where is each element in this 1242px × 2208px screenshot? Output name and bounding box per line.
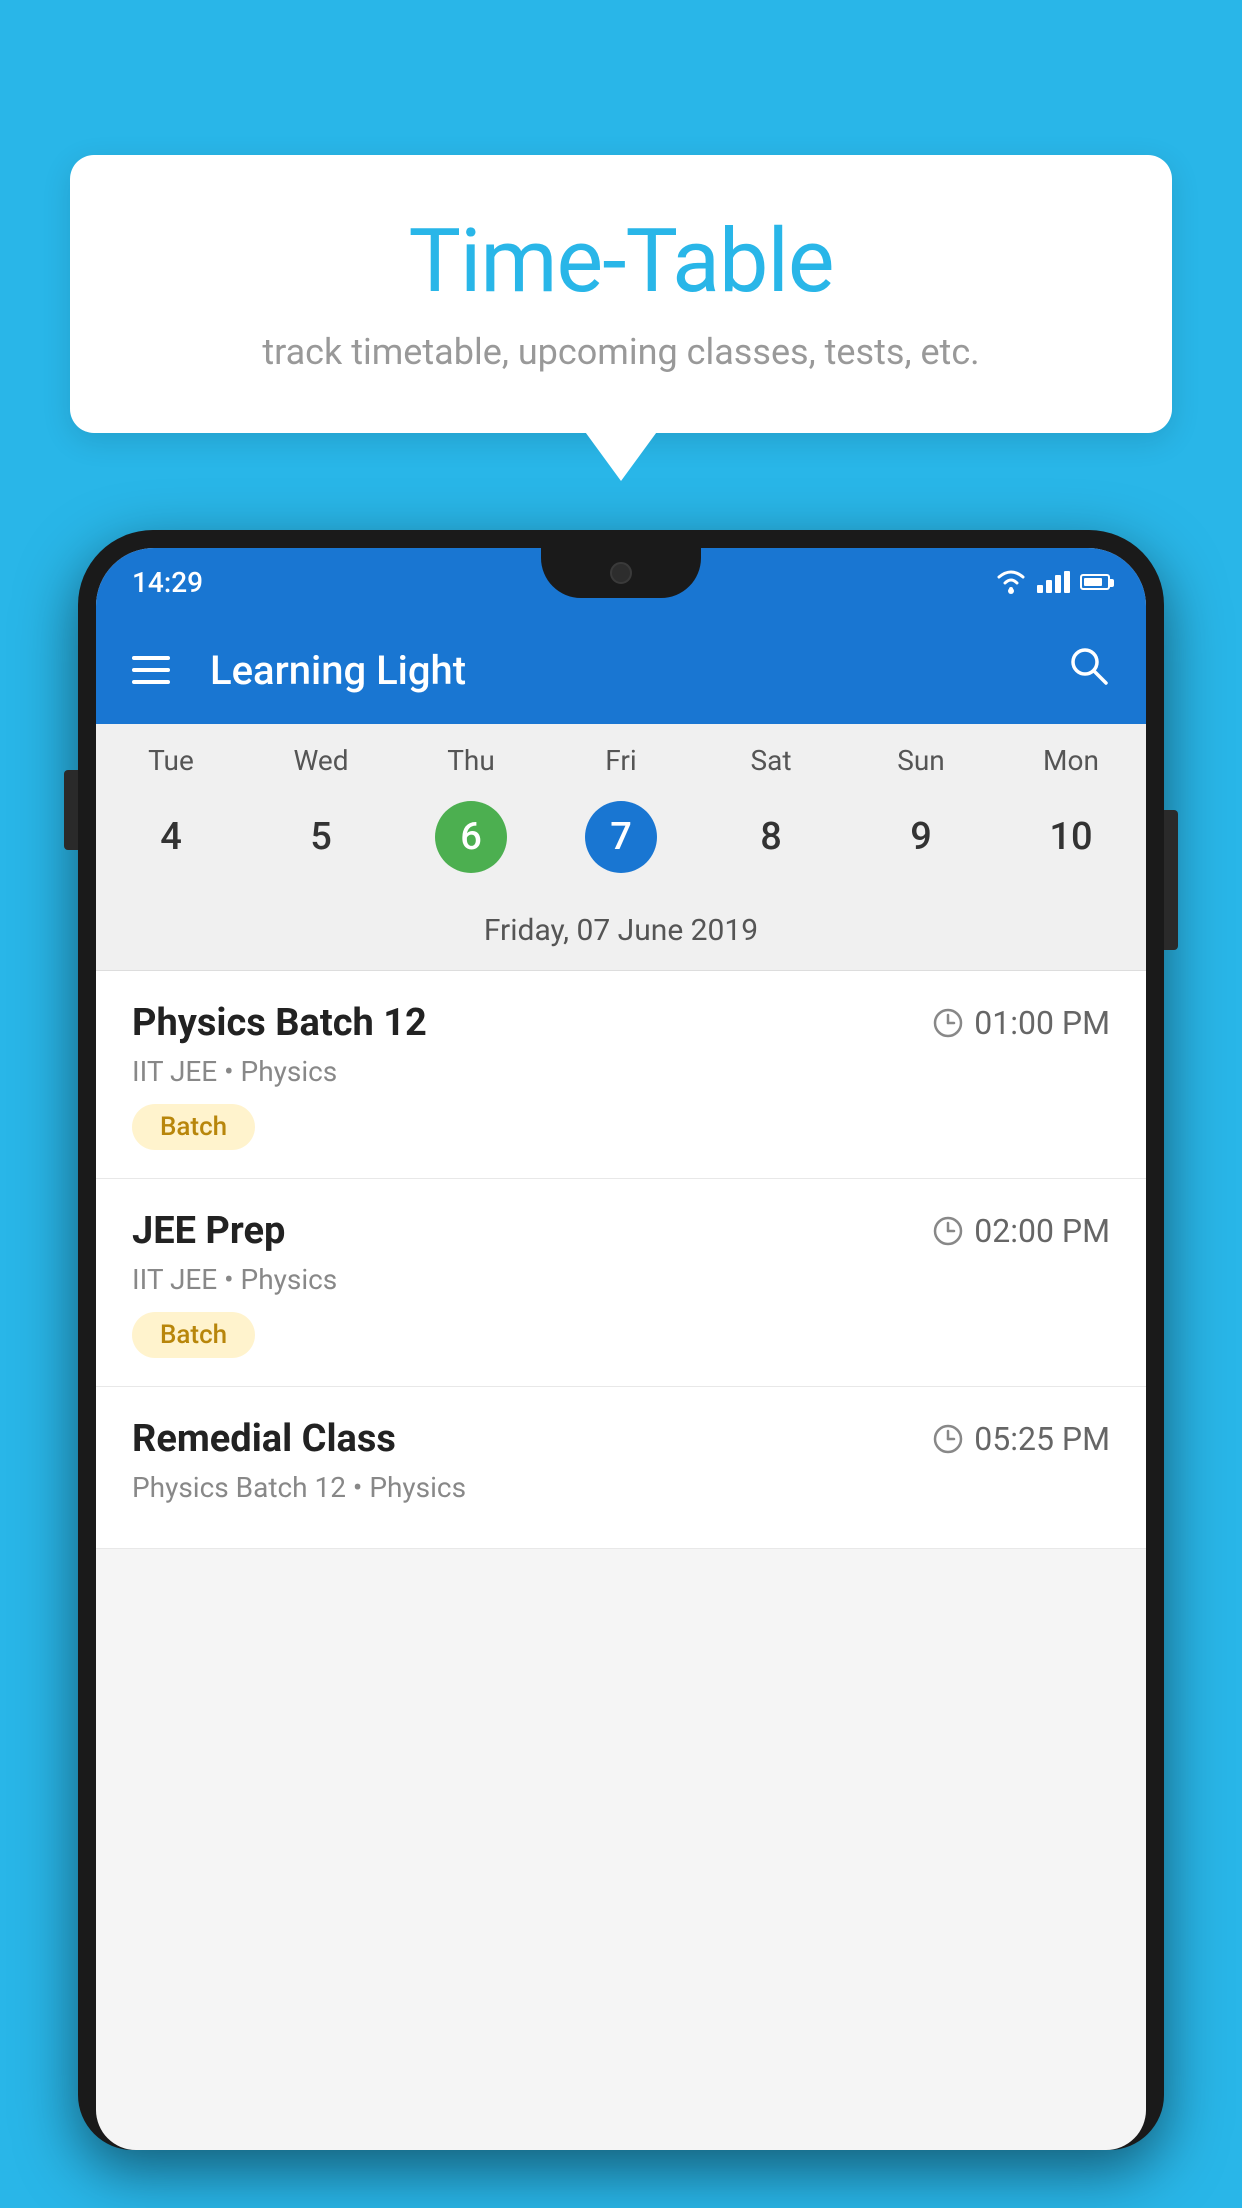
batch-tag-1: Batch bbox=[132, 1104, 255, 1150]
signal-icon bbox=[1037, 571, 1070, 593]
date-cell-5[interactable]: 5 bbox=[246, 793, 396, 881]
day-label-sun: Sun bbox=[846, 744, 996, 777]
schedule-item-2-header: JEE Prep 02:00 PM bbox=[132, 1209, 1110, 1253]
day-label-tue: Tue bbox=[96, 744, 246, 777]
phone-frame: 14:29 bbox=[78, 530, 1164, 2150]
date-cell-10[interactable]: 10 bbox=[996, 793, 1146, 881]
class-time-1: 01:00 PM bbox=[932, 1004, 1110, 1042]
phone-screen: 14:29 bbox=[96, 548, 1146, 2150]
class-name-2: JEE Prep bbox=[132, 1209, 285, 1253]
app-bar: Learning Light bbox=[96, 616, 1146, 724]
status-icons bbox=[995, 569, 1110, 595]
status-time: 14:29 bbox=[132, 566, 203, 599]
date-cell-7[interactable]: 7 bbox=[546, 793, 696, 881]
schedule-item-2[interactable]: JEE Prep 02:00 PM IIT JEE • Physics bbox=[96, 1179, 1146, 1387]
app-title: Learning Light bbox=[210, 647, 1036, 694]
search-button[interactable] bbox=[1066, 643, 1110, 698]
day-label-mon: Mon bbox=[996, 744, 1146, 777]
schedule-item-3[interactable]: Remedial Class 05:25 PM Physics Batch bbox=[96, 1387, 1146, 1549]
page-subtitle: track timetable, upcoming classes, tests… bbox=[130, 331, 1112, 373]
class-subtitle-2: IIT JEE • Physics bbox=[132, 1263, 1110, 1296]
calendar-section: Tue Wed Thu Fri Sat Sun Mon 4 bbox=[96, 724, 1146, 971]
status-bar: 14:29 bbox=[96, 548, 1146, 616]
date-number-8[interactable]: 8 bbox=[735, 801, 807, 873]
selected-date-label: Friday, 07 June 2019 bbox=[96, 899, 1146, 971]
phone-mockup: 14:29 bbox=[78, 530, 1164, 2208]
date-cell-9[interactable]: 9 bbox=[846, 793, 996, 881]
date-cell-8[interactable]: 8 bbox=[696, 793, 846, 881]
clock-icon-1 bbox=[932, 1007, 964, 1039]
class-subtitle-3: Physics Batch 12 • Physics bbox=[132, 1471, 1110, 1504]
class-time-2: 02:00 PM bbox=[932, 1212, 1110, 1250]
schedule-item-3-header: Remedial Class 05:25 PM bbox=[132, 1417, 1110, 1461]
day-label-sat: Sat bbox=[696, 744, 846, 777]
dates-row: 4 5 6 7 8 bbox=[96, 785, 1146, 899]
day-label-thu: Thu bbox=[396, 744, 546, 777]
day-label-wed: Wed bbox=[246, 744, 396, 777]
menu-button[interactable] bbox=[132, 656, 170, 684]
schedule-list: Physics Batch 12 01:00 PM IIT JEE • Ph bbox=[96, 971, 1146, 1549]
day-label-fri: Fri bbox=[546, 744, 696, 777]
class-time-3: 05:25 PM bbox=[932, 1420, 1110, 1458]
date-number-6-today[interactable]: 6 bbox=[435, 801, 507, 873]
date-number-7-selected[interactable]: 7 bbox=[585, 801, 657, 873]
class-subtitle-1: IIT JEE • Physics bbox=[132, 1055, 1110, 1088]
page-title: Time-Table bbox=[130, 210, 1112, 313]
notch bbox=[541, 548, 701, 598]
speech-bubble: Time-Table track timetable, upcoming cla… bbox=[70, 155, 1172, 433]
class-name-3: Remedial Class bbox=[132, 1417, 396, 1461]
date-cell-6[interactable]: 6 bbox=[396, 793, 546, 881]
date-number-10[interactable]: 10 bbox=[1035, 801, 1107, 873]
battery-icon bbox=[1080, 574, 1110, 590]
date-cell-4[interactable]: 4 bbox=[96, 793, 246, 881]
camera-dot bbox=[610, 562, 632, 584]
clock-icon-3 bbox=[932, 1423, 964, 1455]
batch-tag-2: Batch bbox=[132, 1312, 255, 1358]
class-name-1: Physics Batch 12 bbox=[132, 1001, 427, 1045]
date-number-9[interactable]: 9 bbox=[885, 801, 957, 873]
schedule-item-1[interactable]: Physics Batch 12 01:00 PM IIT JEE • Ph bbox=[96, 971, 1146, 1179]
date-number-4[interactable]: 4 bbox=[135, 801, 207, 873]
schedule-item-1-header: Physics Batch 12 01:00 PM bbox=[132, 1001, 1110, 1045]
speech-bubble-wrapper: Time-Table track timetable, upcoming cla… bbox=[70, 155, 1172, 433]
wifi-icon bbox=[995, 569, 1027, 595]
clock-icon-2 bbox=[932, 1215, 964, 1247]
date-number-5[interactable]: 5 bbox=[285, 801, 357, 873]
days-header: Tue Wed Thu Fri Sat Sun Mon bbox=[96, 724, 1146, 785]
